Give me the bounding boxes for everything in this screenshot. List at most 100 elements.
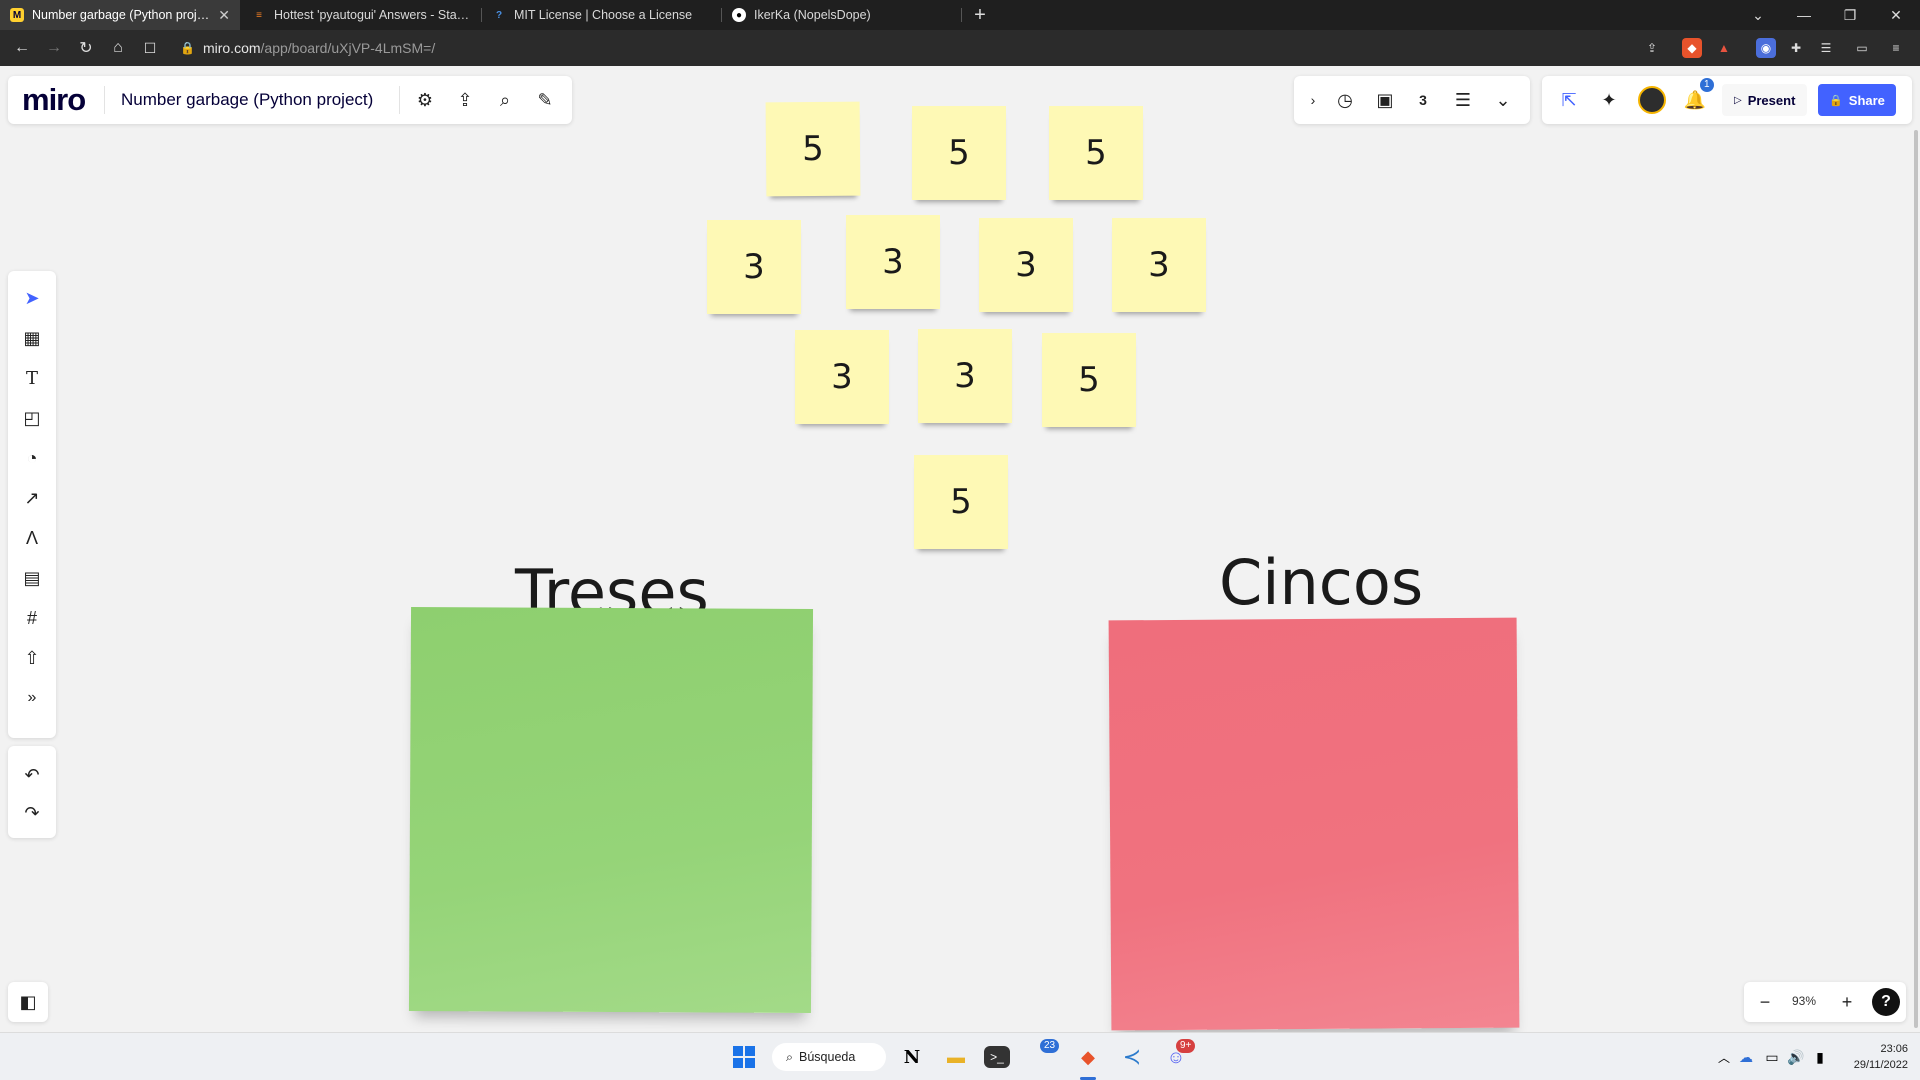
celebrate-icon[interactable]: ✦ (1594, 85, 1624, 115)
new-tab-button[interactable]: + (960, 0, 1000, 30)
window-close-icon[interactable]: ✕ (1874, 0, 1918, 30)
connection-line-icon[interactable]: ↗ (17, 483, 47, 513)
undo-icon[interactable]: ↶ (17, 760, 47, 790)
voting-icon[interactable]: ▣ (1370, 85, 1400, 115)
lock-icon: 🔒 (180, 41, 195, 55)
browser-toolbar: ← → ↻ ⌂ ☐ 🔒 miro.com/app/board/uXjVP-4Lm… (0, 30, 1920, 66)
present-label: Present (1747, 92, 1796, 108)
url-domain: miro.com (202, 40, 261, 56)
lock-icon: 🔒 (1829, 94, 1843, 107)
miro-board-canvas[interactable]: miro Number garbage (Python project) ⚙ ⇪… (0, 66, 1920, 1032)
miro-logo[interactable]: miro (22, 82, 86, 118)
notes-icon[interactable]: ☰ (1448, 85, 1478, 115)
tab-mit-license[interactable]: ? MIT License | Choose a License (482, 0, 720, 30)
brave-browser-icon[interactable]: ◆ (1072, 1041, 1104, 1073)
cursor-follow-icon[interactable]: ⇱ (1554, 85, 1584, 115)
search-icon[interactable]: ⌕ (490, 85, 520, 115)
sticky-note[interactable]: 5 (1049, 106, 1143, 200)
timer-icon[interactable]: ◷ (1330, 85, 1360, 115)
cincos-drop-zone[interactable] (1108, 617, 1520, 1031)
home-icon[interactable]: ⌂ (106, 36, 130, 60)
frame-icon[interactable]: # (17, 603, 47, 633)
zoom-out-icon[interactable]: − (1750, 987, 1780, 1017)
text-tool-icon[interactable]: T (17, 363, 47, 393)
tab-title: MIT License | Choose a License (514, 8, 693, 22)
chevrons-down-icon[interactable]: ⌄ (1488, 85, 1518, 115)
search-icon: ⌕ (786, 1049, 794, 1064)
vertical-scrollbar[interactable] (1914, 130, 1918, 1028)
extension-icon[interactable]: ◉ (1756, 38, 1776, 58)
reload-icon[interactable]: ↻ (74, 36, 98, 60)
tab-miro-board[interactable]: M Number garbage (Python project) ✕ (0, 0, 240, 30)
sticky-note[interactable]: 3 (707, 220, 801, 314)
brave-shields-icon[interactable]: ◆ (1682, 38, 1702, 58)
shapes-icon[interactable]: ◔ (17, 443, 47, 473)
wallet-icon[interactable]: ▭ (1852, 38, 1872, 58)
tab-stackoverflow[interactable]: ≡ Hottest 'pyautogui' Answers - Stack O (242, 0, 480, 30)
playlist-icon[interactable]: ☰ (1816, 38, 1836, 58)
zoom-in-icon[interactable]: + (1832, 987, 1862, 1017)
board-panel-toggle[interactable]: ◧ (8, 982, 48, 1022)
tab-title: Number garbage (Python project) (32, 8, 211, 22)
share-page-icon[interactable]: ⇪ (1642, 38, 1662, 58)
export-upload-icon[interactable]: ⇪ (450, 85, 480, 115)
board-title[interactable]: Number garbage (Python project) (121, 90, 373, 110)
cincos-title[interactable]: Cincos (1219, 546, 1423, 619)
date: 29/11/2022 (1853, 1059, 1908, 1071)
sticky-note[interactable]: 5 (765, 101, 861, 197)
tab-github[interactable]: ● IkerKa (NopelsDope) (722, 0, 960, 30)
treses-drop-zone[interactable] (408, 606, 814, 1014)
widgets-badge: 23 (1040, 1039, 1060, 1053)
sticky-note[interactable]: 3 (918, 329, 1012, 423)
back-icon[interactable]: ← (10, 36, 34, 60)
tab-search-icon[interactable]: ⌄ (1736, 0, 1780, 30)
file-explorer-icon[interactable]: ▬ (940, 1041, 972, 1073)
more-tools-icon[interactable]: » (17, 683, 47, 713)
sticky-note[interactable]: 3 (795, 330, 889, 424)
sticky-note[interactable]: 3 (979, 218, 1073, 312)
chevron-right-icon[interactable]: › (1298, 85, 1328, 115)
sticky-note[interactable]: 3 (1112, 218, 1206, 312)
restore-icon[interactable]: ❐ (1828, 0, 1872, 30)
magic-brush-icon[interactable]: ✎ (530, 85, 560, 115)
battery-icon[interactable]: ▮ (1804, 1041, 1836, 1073)
sticky-note-icon[interactable]: ◰ (17, 403, 47, 433)
vscode-icon[interactable]: ≺ (1116, 1041, 1148, 1073)
sticky-note[interactable]: 5 (914, 455, 1008, 549)
clock[interactable]: 23:06 29/11/2022 (1846, 1041, 1908, 1073)
sticky-note[interactable]: 5 (1042, 333, 1136, 427)
settings-gear-icon[interactable]: ⚙ (410, 85, 440, 115)
windows-start-icon[interactable] (728, 1041, 760, 1073)
share-button[interactable]: 🔒 Share (1818, 84, 1896, 116)
forward-icon[interactable]: → (42, 36, 66, 60)
tab-title: Hottest 'pyautogui' Answers - Stack O (274, 8, 470, 22)
notion-icon[interactable]: N (896, 1041, 928, 1073)
address-field[interactable]: 🔒 miro.com/app/board/uXjVP-4LmSM=/ (180, 37, 1630, 59)
present-button[interactable]: ▷ Present (1722, 84, 1808, 116)
url-text: miro.com/app/board/uXjVP-4LmSM=/ (203, 40, 435, 56)
calendar-icon[interactable]: 3 (1408, 85, 1438, 115)
extensions-puzzle-icon[interactable]: ✚ (1786, 38, 1806, 58)
avatar[interactable] (1638, 86, 1666, 114)
collaboration-panel: ⇱ ✦ 🔔 1 ▷ Present 🔒 Share (1542, 76, 1912, 124)
help-button[interactable]: ? (1872, 988, 1900, 1016)
sticky-note[interactable]: 5 (912, 106, 1006, 200)
close-tab-icon[interactable]: ✕ (218, 7, 230, 24)
redo-icon[interactable]: ↷ (17, 798, 47, 828)
zoom-level[interactable]: 93% (1792, 994, 1816, 1008)
brave-rewards-icon[interactable]: ▲ (1714, 38, 1734, 58)
comment-icon[interactable]: ▤ (17, 563, 47, 593)
bookmark-icon[interactable]: ☐ (138, 36, 162, 60)
terminal-icon[interactable]: >_ (984, 1046, 1010, 1068)
sticky-note[interactable]: 3 (846, 215, 940, 309)
minimize-icon[interactable]: — (1782, 0, 1826, 30)
taskbar-search[interactable]: ⌕ Búsqueda (772, 1043, 886, 1071)
notification-badge: 1 (1700, 78, 1714, 92)
left-toolbar: ➤ ▦ T ◰ ◔ ↗ Λ ▤ # ⇧ » (8, 271, 56, 738)
templates-icon[interactable]: ▦ (17, 323, 47, 353)
sidebar-icon: ◧ (19, 991, 37, 1012)
pen-icon[interactable]: Λ (17, 523, 47, 553)
upload-icon[interactable]: ⇧ (17, 643, 47, 673)
menu-icon[interactable]: ≡ (1886, 38, 1906, 58)
select-cursor-icon[interactable]: ➤ (17, 283, 47, 313)
